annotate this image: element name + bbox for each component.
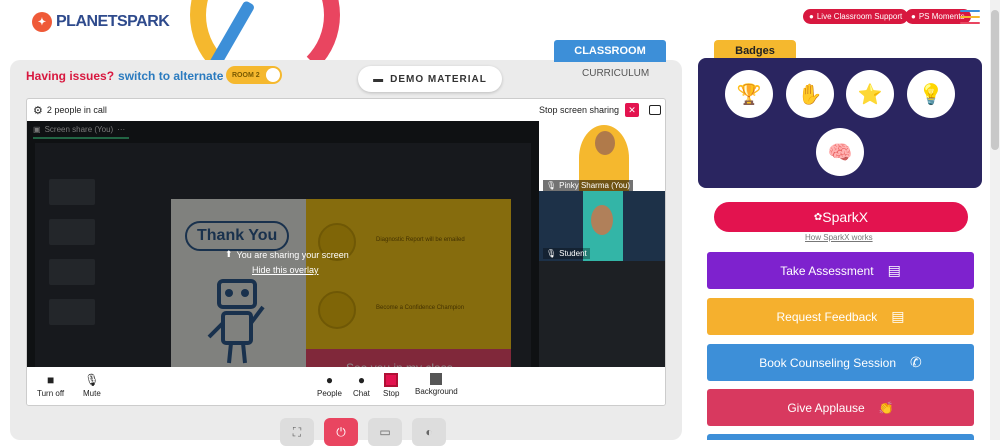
camera-icon: ■: [46, 373, 55, 387]
chat-icon: ●: [357, 373, 366, 387]
power-icon[interactable]: ⏻: [324, 418, 358, 446]
support-icon: ●: [809, 12, 814, 21]
issues-notice: Having issues? switch to alternate room: [26, 69, 257, 83]
palette-icon[interactable]: ◐: [412, 418, 446, 446]
how-sparkx-link[interactable]: How SparkX works: [805, 233, 873, 242]
people-icon: ●: [325, 373, 334, 387]
folder-icon: ▬: [373, 73, 385, 85]
request-feedback-button[interactable]: Request Feedback ▤: [707, 298, 974, 335]
hide-overlay-link[interactable]: Hide this overlay: [252, 265, 319, 275]
bottom-toolbar: ⛶ ⏻ ▭ ◐: [280, 418, 446, 446]
take-assessment-button[interactable]: Take Assessment ▤: [707, 252, 974, 289]
badges-panel: 🏆 ✋ ⭐ 💡 🧠: [698, 58, 982, 188]
chat-button[interactable]: ● Chat: [353, 373, 370, 398]
call-toolbar: ⚙ 2 people in call Stop screen sharing ✕: [27, 99, 665, 121]
sharing-message: ⬆ You are sharing your screen: [225, 249, 349, 260]
fullscreen-icon[interactable]: ⛶: [280, 418, 314, 446]
camera-toggle-button[interactable]: ■ Turn off: [37, 373, 64, 398]
live-support-button[interactable]: ● Live Classroom Support: [803, 9, 909, 24]
next-action-button[interactable]: [707, 434, 974, 440]
sparkx-button[interactable]: ✿ SparkX: [714, 202, 968, 232]
stop-share-button[interactable]: Stop: [383, 373, 399, 398]
trophy-badge-icon[interactable]: 🏆: [725, 70, 773, 118]
screen-share-stage: ▣ Screen share (You) ··· Thank You Diagn…: [27, 121, 539, 389]
hands-badge-icon[interactable]: ✋: [786, 70, 834, 118]
bulb-badge-icon[interactable]: 💡: [907, 70, 955, 118]
mute-button[interactable]: 🎙 Mute: [83, 373, 101, 398]
give-applause-button[interactable]: Give Applause 👏: [707, 389, 974, 426]
gear-icon[interactable]: ⚙: [33, 104, 43, 117]
toggle-knob: [266, 68, 280, 82]
mic-icon: 🎙: [546, 181, 557, 190]
people-button[interactable]: ● People: [317, 373, 342, 398]
clipboard-icon: ▤: [887, 262, 901, 278]
demo-material-button[interactable]: ▬ DEMO MATERIAL: [358, 66, 502, 92]
book-counseling-button[interactable]: Book Counseling Session ✆: [707, 344, 974, 381]
background-button[interactable]: Background: [415, 373, 458, 396]
participant-tile-student: 🎙 Student: [539, 191, 665, 261]
menu-icon[interactable]: [960, 10, 980, 26]
mic-icon: 🎙: [546, 249, 557, 258]
screen-icon[interactable]: ▭: [368, 418, 402, 446]
empty-tile: [539, 261, 665, 367]
room-toggle[interactable]: ROOM 2: [226, 66, 282, 84]
pip-icon[interactable]: [649, 105, 661, 115]
document-icon: ▤: [891, 308, 905, 324]
tab-classroom[interactable]: CLASSROOM: [554, 40, 666, 62]
logo-icon: ✦: [32, 12, 52, 32]
sparkx-icon: ✿: [813, 211, 823, 223]
share-overlay: [27, 121, 539, 367]
star-badge-icon[interactable]: ⭐: [846, 70, 894, 118]
mic-icon: 🎙: [84, 373, 100, 387]
call-controls: ■ Turn off 🎙 Mute ● People ● Chat Stop B…: [27, 367, 665, 405]
scrollbar-thumb[interactable]: [991, 10, 999, 150]
brain-badge-icon[interactable]: 🧠: [816, 128, 864, 176]
video-call-frame: ⚙ 2 people in call Stop screen sharing ✕…: [26, 98, 666, 406]
stop-share-icon: [384, 373, 399, 387]
planetspark-logo: ✦ PLANETSPARK: [32, 12, 170, 32]
participant-tile-teacher: 🎙 Pinky Sharma (You): [539, 121, 665, 191]
applause-icon: 👏: [878, 400, 894, 415]
stop-sharing-button[interactable]: ✕: [625, 103, 639, 117]
share-screen-icon: ⬆: [225, 249, 233, 259]
tab-curriculum[interactable]: CURRICULUM: [582, 68, 649, 79]
stop-sharing-label: Stop screen sharing: [538, 105, 619, 115]
phone-icon: ✆: [910, 354, 922, 370]
background-icon: [430, 373, 443, 385]
moments-icon: ●: [911, 12, 916, 21]
